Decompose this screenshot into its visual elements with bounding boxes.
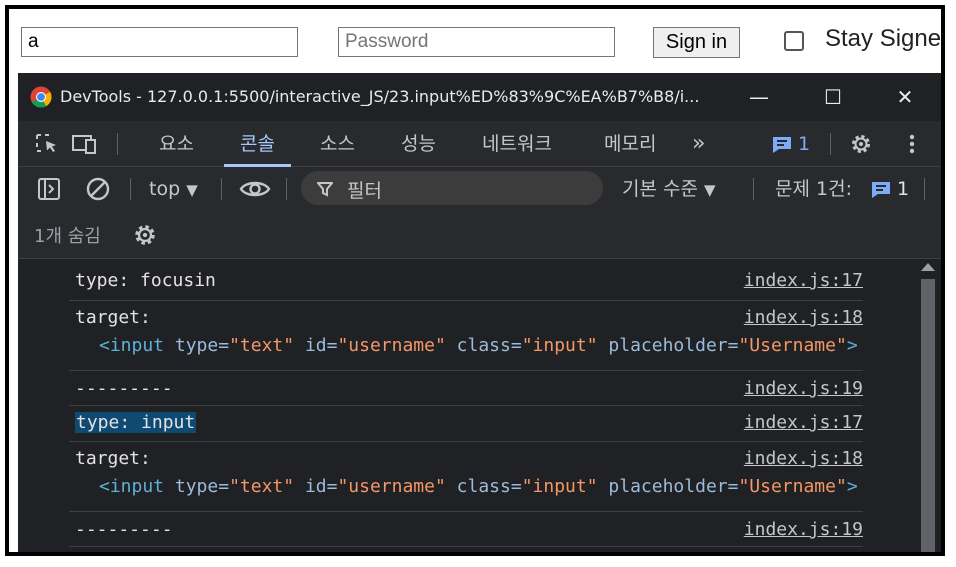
hidden-messages-count: 1개 숨김 bbox=[34, 226, 101, 247]
console-message: type: focusin index.js:17 bbox=[69, 259, 863, 301]
toolbar-separator bbox=[753, 178, 754, 200]
close-button[interactable]: ✕ bbox=[885, 83, 925, 111]
html-attr-value: "Username" bbox=[738, 476, 847, 497]
maximize-button[interactable]: ☐ bbox=[813, 83, 853, 111]
html-tag-open: <input bbox=[99, 335, 165, 356]
tab-network[interactable]: 네트워크 bbox=[482, 121, 552, 167]
html-tag-close: > bbox=[846, 476, 858, 497]
tab-sources[interactable]: 소스 bbox=[320, 121, 355, 167]
stay-signed-in-label: Stay Signe bbox=[825, 25, 942, 52]
html-attr-name: class= bbox=[456, 476, 522, 497]
tab-memory[interactable]: 메모리 bbox=[604, 121, 656, 167]
console-message-text: target: bbox=[75, 307, 151, 328]
html-tag-open: <input bbox=[99, 476, 165, 497]
settings-gear-icon[interactable] bbox=[849, 132, 873, 156]
console-status-row: 1개 숨김 bbox=[18, 211, 941, 259]
html-attr-value: "text" bbox=[229, 476, 295, 497]
username-input[interactable]: a bbox=[21, 27, 298, 57]
issues-label: 문제 1건: bbox=[775, 178, 852, 200]
tab-performance[interactable]: 성능 bbox=[401, 121, 436, 167]
message-count-badge: 1 bbox=[798, 133, 811, 155]
html-attr-name: placeholder= bbox=[608, 476, 739, 497]
context-selector[interactable]: top ▼ bbox=[149, 167, 198, 211]
issues-button[interactable]: 문제 1건: bbox=[775, 167, 852, 211]
console-scrollbar[interactable] bbox=[915, 259, 941, 552]
scroll-up-arrow-icon[interactable] bbox=[921, 263, 935, 271]
filter-placeholder: 필터 bbox=[347, 180, 382, 202]
html-attr-name: type= bbox=[174, 335, 230, 356]
toolbar-separator bbox=[286, 178, 287, 200]
log-level-label: 기본 수준 bbox=[622, 178, 698, 200]
console-message: type: input index.js:17 bbox=[69, 406, 863, 442]
web-page-header: a Password Sign in Stay Signe bbox=[9, 9, 941, 73]
html-attr-value: "text" bbox=[229, 335, 295, 356]
issues-message-icon bbox=[872, 182, 890, 198]
console-messages: type: focusin index.js:17 target: index.… bbox=[18, 259, 941, 552]
console-message: --------- index.js:19 bbox=[69, 371, 863, 406]
context-dropdown-icon: ▼ bbox=[186, 181, 198, 199]
devtools-window: DevTools - 127.0.0.1:5500/interactive_JS… bbox=[18, 73, 941, 552]
tab-separator bbox=[830, 133, 831, 155]
toolbar-separator bbox=[924, 178, 925, 200]
log-level-dropdown-icon: ▼ bbox=[704, 181, 716, 199]
console-toolbar: top ▼ 필터 기본 수준 ▼ 문제 1건: 1 bbox=[18, 167, 941, 211]
tab-elements[interactable]: 요소 bbox=[159, 121, 194, 167]
source-link[interactable]: index.js:17 bbox=[744, 412, 863, 433]
html-attr-value: "Username" bbox=[738, 335, 847, 356]
sign-in-button[interactable]: Sign in bbox=[653, 27, 740, 58]
html-attr-name: id= bbox=[304, 476, 338, 497]
device-toolbar-icon[interactable] bbox=[71, 133, 99, 155]
html-attr-name: type= bbox=[174, 476, 230, 497]
password-input[interactable]: Password bbox=[338, 27, 615, 57]
screenshot-frame: a Password Sign in Stay Signe DevTools -… bbox=[5, 5, 945, 556]
console-message-text: type: focusin bbox=[75, 270, 216, 291]
html-attr-name: id= bbox=[304, 335, 338, 356]
console-message-text: target: bbox=[75, 448, 151, 469]
html-attr-name: placeholder= bbox=[608, 335, 739, 356]
html-attr-name: class= bbox=[456, 335, 522, 356]
toolbar-separator bbox=[130, 178, 131, 200]
live-expression-eye-icon[interactable] bbox=[239, 178, 271, 200]
html-attr-value: "username" bbox=[337, 476, 446, 497]
issues-count: 1 bbox=[897, 178, 910, 200]
minimize-button[interactable]: — bbox=[739, 83, 779, 111]
scrollbar-thumb[interactable] bbox=[921, 279, 935, 552]
clear-console-icon[interactable] bbox=[85, 176, 111, 202]
console-message-text-selected: type: input bbox=[75, 412, 197, 433]
console-message: target: index.js:18 <input type="text" i… bbox=[69, 301, 863, 371]
context-label: top bbox=[149, 178, 181, 200]
tab-separator bbox=[117, 133, 118, 155]
source-link[interactable]: index.js:19 bbox=[744, 519, 863, 540]
html-attr-value: "input" bbox=[521, 335, 598, 356]
filter-funnel-icon bbox=[317, 182, 333, 197]
chrome-logo-icon bbox=[30, 86, 52, 108]
tab-console[interactable]: 콘솔 bbox=[224, 121, 291, 167]
devtools-tab-bar: 요소 콘솔 소스 성능 네트워크 메모리 » 1 bbox=[18, 121, 941, 167]
devtools-titlebar: DevTools - 127.0.0.1:5500/interactive_JS… bbox=[18, 73, 941, 121]
console-settings-gear-icon[interactable] bbox=[132, 222, 158, 248]
toolbar-separator bbox=[221, 178, 222, 200]
console-message: target: index.js:18 <input type="text" i… bbox=[69, 442, 863, 512]
console-message-text: --------- bbox=[75, 378, 173, 399]
console-message: --------- index.js:19 bbox=[69, 512, 863, 547]
log-level-selector[interactable]: 기본 수준 ▼ bbox=[622, 167, 716, 211]
source-link[interactable]: index.js:18 bbox=[744, 448, 863, 469]
source-link[interactable]: index.js:18 bbox=[744, 307, 863, 328]
stay-signed-in-checkbox[interactable] bbox=[784, 31, 804, 51]
html-tag-close: > bbox=[846, 335, 858, 356]
source-link[interactable]: index.js:19 bbox=[744, 378, 863, 399]
more-tabs-button[interactable]: » bbox=[692, 121, 705, 167]
message-icon[interactable] bbox=[772, 136, 792, 154]
dom-node-preview[interactable]: <input type="text" id="username" class="… bbox=[99, 335, 858, 356]
console-filter-input[interactable]: 필터 bbox=[301, 171, 603, 205]
source-link[interactable]: index.js:17 bbox=[744, 270, 863, 291]
inspect-element-icon[interactable] bbox=[35, 133, 61, 155]
html-attr-value: "input" bbox=[521, 476, 598, 497]
html-attr-value: "username" bbox=[337, 335, 446, 356]
console-message-text: --------- bbox=[75, 519, 173, 540]
dom-node-preview[interactable]: <input type="text" id="username" class="… bbox=[99, 476, 858, 497]
sidebar-toggle-icon[interactable] bbox=[37, 177, 61, 201]
more-options-icon[interactable] bbox=[908, 133, 916, 155]
devtools-title: DevTools - 127.0.0.1:5500/interactive_JS… bbox=[60, 87, 700, 106]
